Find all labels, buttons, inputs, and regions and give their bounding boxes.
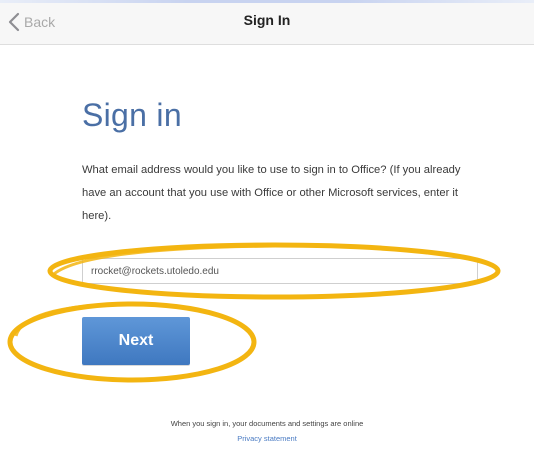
navigation-bar: Back Sign In <box>0 0 534 45</box>
sign-in-description: What email address would you like to use… <box>82 164 461 222</box>
footer-note: When you sign in, your documents and set… <box>170 419 364 428</box>
top-accent-band <box>0 0 534 3</box>
nav-title: Sign In <box>243 12 291 28</box>
page-title: Sign in <box>82 97 182 133</box>
next-button[interactable]: Next <box>82 317 190 365</box>
sign-in-screen: Back Sign In Sign in What email address … <box>0 0 534 453</box>
privacy-statement-link[interactable]: Privacy statement <box>0 434 534 443</box>
email-field[interactable] <box>82 258 478 284</box>
